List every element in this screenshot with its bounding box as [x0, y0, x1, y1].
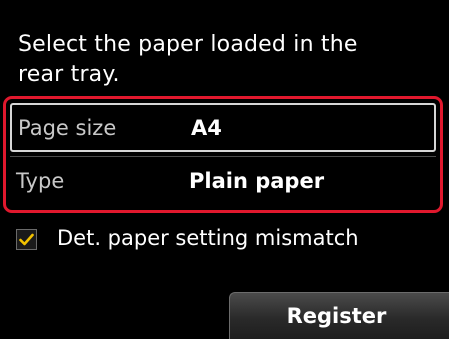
paper-mismatch-option[interactable]: Det. paper setting mismatch [16, 223, 436, 257]
media-type-setting[interactable]: Type Plain paper [10, 156, 436, 205]
instruction-text: Select the paper loaded in the rear tray… [18, 30, 438, 90]
paper-settings-group: Page size A4 Type Plain paper [3, 96, 443, 213]
page-size-setting[interactable]: Page size A4 [10, 103, 436, 152]
printer-lcd-screen: Select the paper loaded in the rear tray… [0, 0, 449, 339]
mismatch-checkbox[interactable] [16, 229, 37, 250]
instruction-line-2: rear tray. [18, 62, 120, 87]
instruction-line-1: Select the paper loaded in the [18, 32, 358, 57]
media-type-label: Type [16, 169, 65, 193]
mismatch-label: Det. paper setting mismatch [57, 226, 359, 250]
check-icon [19, 233, 34, 246]
media-type-value: Plain paper [189, 169, 325, 193]
page-size-value: A4 [191, 115, 222, 140]
register-button[interactable]: Register [229, 292, 449, 339]
page-size-label: Page size [18, 115, 117, 140]
